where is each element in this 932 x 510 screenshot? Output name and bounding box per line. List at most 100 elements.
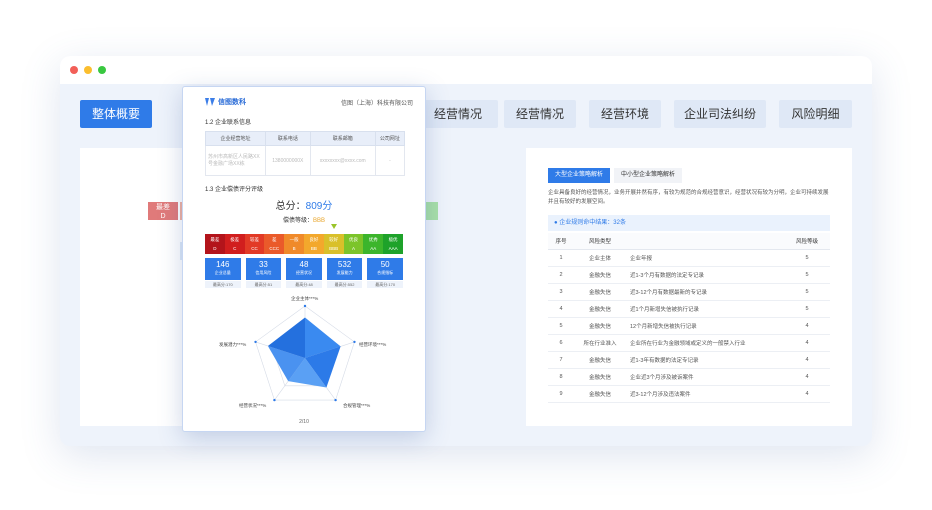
tab-operations-1[interactable]: 经营情况 [418,100,498,128]
grade-level: 极差 C [224,234,245,254]
row-risk-type: 金融失信 [574,368,626,386]
table-row[interactable]: 8 金融失信 企业近3个月涉及被诉案件 4 [548,368,830,386]
table-row[interactable]: 7 金融失信 近1-3年有数据的法定专记录 4 [548,351,830,369]
score-stats: 146 企业总量 最高分:170 33 信用风险 最高分:51 48 经营状况 最高分:48 53… [205,258,403,288]
row-item: 近3-12个月有数据最新的专记录 [626,283,784,301]
stat-max: 最高分:51 [245,281,282,288]
level-tag-value: D [160,213,166,220]
maximize-dot[interactable] [98,66,106,74]
col-item [626,233,784,250]
row-risk-level: 5 [784,300,830,318]
section-score-title: 1.3 企业偿债评分评级 [205,187,264,193]
radar-label-subject: 企业主体***% [291,296,319,301]
risk-summary-text: 企业规则命中结果：32条 [559,220,626,226]
tab-overview[interactable]: 整体概要 [80,100,152,128]
strategy-tabs: 大型企业策略解析 中小型企业策略解析 [548,168,852,183]
grade-level-code: D [213,246,217,251]
grade-level-text: 较好 [329,237,339,242]
tab-sme[interactable]: 中小型企业策略解析 [614,168,683,183]
row-risk-type: 金融失信 [574,300,626,318]
report-document: 信图数科 信图（上海）科技有限公司 1.2 企业联系信息 企业经营地址 联系电话… [182,86,426,432]
risk-table-body: 1 企业主体 企业年报 5 2 金融失信 近1-3个月有数据的法定专记录 5 3 金融失信 近3-1… [548,249,830,403]
col-index: 序号 [548,233,574,250]
stat-box: 146 企业总量 [205,258,241,280]
stat-max: 最高分:552 [326,281,363,288]
grade-level-text: 最差 [210,237,220,242]
grade-level-text: 优秀 [368,237,378,242]
radar-point [254,340,257,344]
radar-svg [254,304,356,402]
screenshot-stage: 整体概要 经营情况 经营情况 经营环境 企业司法纠纷 风险明细 最差 D 大型企… [0,0,932,510]
grade-level-code: CCC [269,246,280,251]
row-risk-level: 4 [784,385,830,403]
row-risk-level: 5 [784,266,830,284]
risk-table: 序号 风险类型 风险等级 1 企业主体 企业年报 5 2 金融失信 近1-3个月有数据的法定… [548,233,830,403]
row-index: 8 [548,368,574,386]
score-stat: 48 经营状况 最高分:48 [286,258,322,288]
row-risk-type: 金融失信 [574,266,626,284]
row-risk-level: 5 [784,249,830,267]
contact-col-website: 公司网址 [374,131,406,146]
tab-large-enterprise[interactable]: 大型企业策略解析 [548,168,611,183]
row-index: 1 [548,249,574,267]
level-tag-label: 最差 [156,204,170,211]
grade-level-text: 极优 [388,237,398,242]
tab-environment[interactable]: 经营环境 [589,100,661,128]
score-stat: 50 合规指标 最高分:170 [367,258,403,288]
radar-label-potential: 发展潜力***% [219,342,247,347]
page-number: 2/10 [299,419,309,425]
stat-number: 33 [258,260,268,269]
brand-logo: 信图数科 [205,97,246,107]
row-index: 5 [548,317,574,335]
tab-judicial[interactable]: 企业司法纠纷 [674,100,766,128]
grade-level: 优秀 AA [363,234,384,254]
row-item: 近1-3个月有数据的法定专记录 [626,266,784,284]
risk-summary-bar: ● 企业规则命中结果：32条 [548,215,830,231]
stat-label: 经营状况 [295,270,312,275]
table-row[interactable]: 4 金融失信 近1个月新增失信被执行记录 5 [548,300,830,318]
contact-col-phone: 联系电话 [265,131,311,146]
table-row[interactable]: 2 金融失信 近1-3个月有数据的法定专记录 5 [548,266,830,284]
col-risk-level: 风险等级 [784,233,830,250]
contact-email: xxxxxxxx@xxxx.com [309,145,376,176]
stat-label: 发展能力 [336,270,353,275]
close-dot[interactable] [70,66,78,74]
grade-label: 偿债等级： [282,218,313,224]
minimize-dot[interactable] [84,66,92,74]
score-stat: 33 信用风险 最高分:51 [245,258,282,288]
table-row[interactable]: 5 金融失信 12个月新增失信被执行记录 4 [548,317,830,335]
grade-level: 最差 D [205,234,225,254]
window-titlebar [60,56,872,84]
brand-icon [205,98,215,106]
contact-phone: 1380000000X [265,145,311,176]
stat-box: 48 经营状况 [286,258,322,280]
info-icon: ● [554,220,558,226]
tab-risk-detail[interactable]: 风险明细 [779,100,852,128]
table-row[interactable]: 6 所在行业准入 企业所在行业为金融领域或定义的一般禁入行业 4 [548,334,830,352]
grade-level: 一般 B [284,234,304,254]
row-risk-level: 4 [784,351,830,369]
stat-label: 信用风险 [255,270,272,275]
row-risk-level: 4 [784,334,830,352]
row-index: 2 [548,266,574,284]
grade-level-code: C [233,246,237,251]
tab-operations-2[interactable]: 经营情况 [504,100,576,128]
stat-box: 33 信用风险 [245,258,282,280]
score-value: 809分 [305,201,333,212]
stat-number: 532 [337,260,352,269]
row-risk-level: 4 [784,317,830,335]
section-contact-title: 1.2 企业联系信息 [205,120,252,126]
level-tag: 最差 D [148,202,178,220]
right-panel: 大型企业策略解析 中小型企业策略解析 企业具备良好的经营情况，业务开展井然有序，… [526,148,852,426]
grade-level: 优良 A [343,234,364,254]
stat-max: 最高分:170 [367,281,403,288]
stat-max: 最高分:48 [286,281,322,288]
table-row[interactable]: 9 金融失信 近3-12个月涉及违法案件 4 [548,385,830,403]
grade-level-code: AAA [388,246,398,251]
table-row[interactable]: 1 企业主体 企业年报 5 [548,249,830,267]
table-row[interactable]: 3 金融失信 近3-12个月有数据最新的专记录 5 [548,283,830,301]
contact-table: 企业经营地址 联系电话 联系邮箱 公司网址 苏州市高新区人民路XX号金融广场XX… [205,131,406,176]
grade-level-text: 差 [272,237,277,242]
row-item: 近3-12个月涉及违法案件 [626,385,784,403]
row-risk-level: 5 [784,283,830,301]
